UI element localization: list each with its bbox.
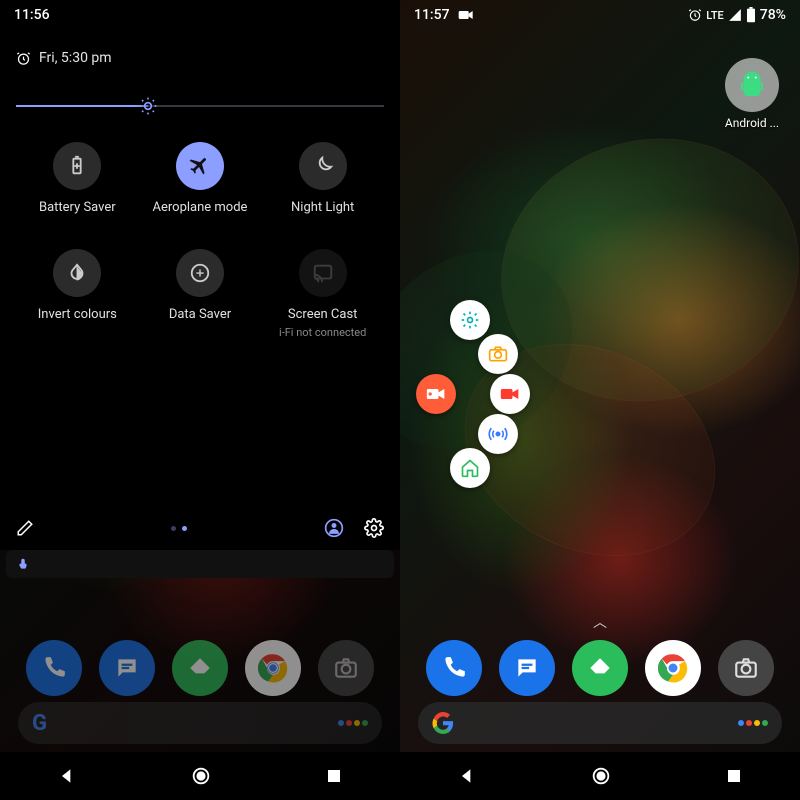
battery-saver-icon [66,155,88,177]
moon-icon [312,155,334,177]
statusbar: 11:56 [0,0,400,30]
video-icon [426,386,446,402]
radial-home[interactable] [450,448,490,488]
nav-bar [0,752,400,800]
alarm-icon [688,8,702,22]
app-phone[interactable] [426,640,482,696]
app-phone[interactable] [26,640,82,696]
data-saver-icon [189,262,211,284]
qs-date: Fri, 5:30 pm [16,50,384,66]
nav-recent[interactable] [325,767,343,785]
app-chrome[interactable] [645,640,701,696]
signal-icon [728,8,742,22]
touch-icon [16,557,30,571]
google-logo: G [32,711,47,736]
app-messages[interactable] [99,640,155,696]
tile-screen-cast[interactable]: Screen Cast i-Fi not connected [261,249,384,339]
app-chrome[interactable] [245,640,301,696]
app-messages[interactable] [499,640,555,696]
search-bar[interactable] [418,702,782,744]
tile-airplane[interactable]: Aeroplane mode [139,142,262,215]
radial-video[interactable] [490,374,530,414]
assistant-icon[interactable] [738,720,768,726]
status-battery: 78% [760,7,786,23]
brightness-icon [138,96,158,116]
pencil-icon [16,519,34,537]
video-recording-icon [458,9,474,21]
qs-settings-button[interactable] [364,518,384,538]
nav-home[interactable] [190,765,212,787]
airplane-icon [189,155,211,177]
status-time: 11:57 [414,7,450,23]
android-icon [737,70,767,100]
radial-main-record[interactable] [416,374,456,414]
app-feedly[interactable] [172,640,228,696]
camera-icon [488,345,508,363]
broadcast-icon [488,424,508,444]
tile-invert-colours[interactable]: Invert colours [16,249,139,339]
google-logo [432,712,454,734]
nav-back[interactable] [57,766,77,786]
invert-icon [66,262,88,284]
nav-home[interactable] [590,765,612,787]
video-icon [500,386,520,402]
phone-right-homescreen: 11:57 LTE 78% Android ... [400,0,800,800]
app-dock [400,640,800,696]
home-icon [460,458,480,478]
user-icon [324,518,344,538]
radial-settings[interactable] [450,300,490,340]
nav-back[interactable] [457,766,477,786]
home-app-android[interactable]: Android ... [722,58,782,130]
notification-bar[interactable] [6,550,394,578]
qs-user-button[interactable] [324,518,344,538]
phone-left-quicksettings: 11:56 Fri, 5:30 pm Battery Saver [0,0,400,800]
status-network: LTE [706,9,724,22]
cast-icon [312,262,334,284]
search-bar[interactable]: G [18,702,382,744]
radial-broadcast[interactable] [478,414,518,454]
radial-camera[interactable] [478,334,518,374]
app-camera[interactable] [318,640,374,696]
brightness-slider[interactable] [16,94,384,118]
nav-recent[interactable] [725,767,743,785]
app-camera[interactable] [718,640,774,696]
nav-bar [400,752,800,800]
gear-icon [364,518,384,538]
gear-icon [460,310,480,330]
tile-data-saver[interactable]: Data Saver [139,249,262,339]
tile-battery-saver[interactable]: Battery Saver [16,142,139,215]
tile-night-light[interactable]: Night Light [261,142,384,215]
assistant-icon[interactable] [338,720,368,726]
statusbar: 11:57 LTE 78% [400,0,800,30]
quick-settings-panel: Fri, 5:30 pm Battery Saver Aeroplane mod… [0,0,400,550]
app-drawer-handle[interactable]: ︿ [593,612,607,632]
page-indicator [171,526,187,531]
status-time: 11:56 [14,7,50,23]
app-feedly[interactable] [572,640,628,696]
qs-edit-button[interactable] [16,519,34,537]
battery-icon [746,7,756,23]
app-dock [0,640,400,696]
alarm-icon [16,51,31,66]
